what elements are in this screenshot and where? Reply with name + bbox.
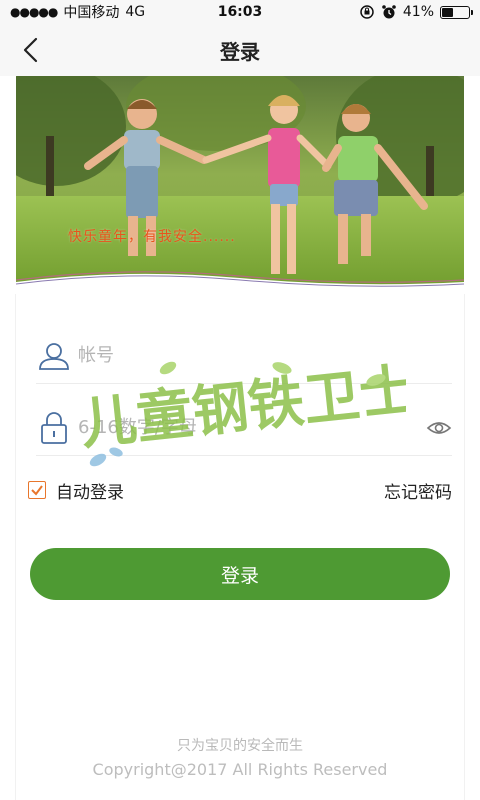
auto-login-checkbox[interactable] [28, 481, 46, 499]
right-edge-line [464, 294, 465, 800]
battery-level [442, 7, 453, 17]
battery-icon [440, 5, 473, 19]
password-input[interactable] [78, 417, 378, 438]
left-edge-line [15, 294, 16, 800]
forgot-password-link[interactable]: 忘记密码 [384, 478, 452, 503]
rotation-lock-icon [360, 5, 374, 19]
hero-image [16, 76, 464, 294]
user-icon [36, 338, 72, 374]
lock-icon [36, 410, 72, 446]
network-type: 4G [125, 4, 146, 20]
status-bar: ●●●●● 中国移动 4G 16:03 41% [0, 0, 480, 24]
carrier-name: 中国移动 [63, 5, 120, 21]
alarm-icon [382, 5, 396, 19]
footer-copyright: Copyright@2017 All Rights Reserved [92, 760, 388, 779]
login-button[interactable]: 登录 [30, 548, 450, 600]
show-password-icon[interactable] [426, 414, 452, 442]
account-input[interactable] [78, 345, 378, 366]
hero-banner: 快乐童年，有我安全...... [16, 76, 464, 294]
options-row: 自动登录 忘记密码 [28, 476, 452, 504]
status-left: ●●●●● 中国移动 4G [10, 2, 145, 22]
account-field [36, 328, 452, 384]
battery-percent: 41% [402, 4, 434, 20]
auto-login-label: 自动登录 [56, 482, 124, 503]
footer-slogan: 只为宝贝的安全而生 [177, 738, 303, 754]
auto-login-toggle[interactable]: 自动登录 [28, 478, 124, 503]
back-icon[interactable] [18, 36, 46, 64]
check-icon [31, 485, 43, 496]
page-title: 登录 [220, 39, 260, 64]
nav-bar: 登录 [0, 24, 480, 76]
status-right: 41% [359, 4, 473, 20]
hero-caption: 快乐童年，有我安全...... [68, 229, 236, 245]
password-field [36, 400, 452, 456]
signal-strength-icon: ●●●●● [10, 5, 58, 19]
